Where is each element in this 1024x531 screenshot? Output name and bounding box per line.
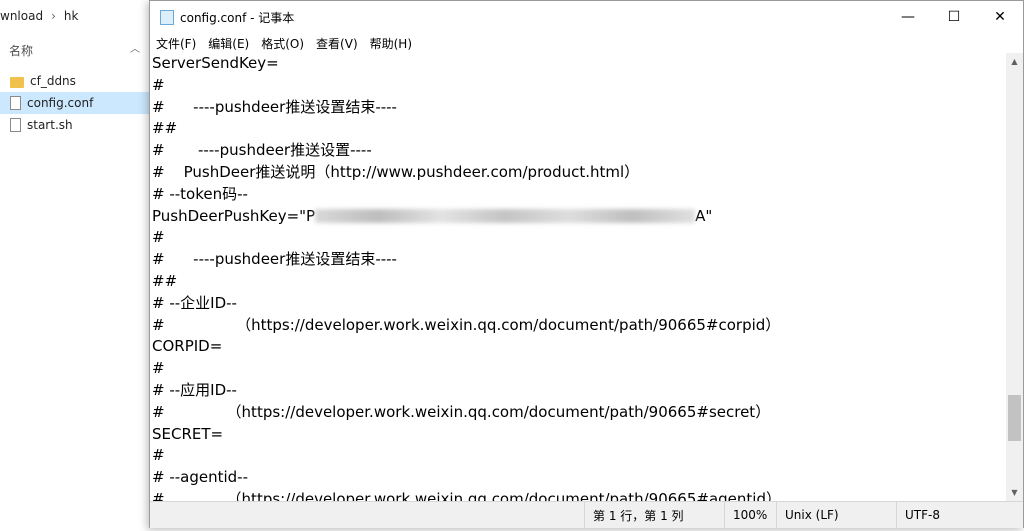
pushkey-prefix: PushDeerPushKey="P — [152, 206, 316, 225]
menu-file[interactable]: 文件(F) — [150, 35, 202, 52]
text-line: # --应用ID-- — [152, 380, 237, 399]
text-line: # （https://developer.work.weixin.qq.com/… — [152, 315, 781, 334]
pushkey-suffix: A" — [695, 206, 713, 225]
text-line: ## — [152, 119, 178, 138]
status-zoom: 100% — [724, 502, 774, 528]
text-line: # PushDeer推送说明（http://www.pushdeer.com/p… — [152, 162, 640, 181]
scrollbar-thumb[interactable] — [1008, 395, 1021, 441]
text-editor[interactable]: ServerSendKey= # # ----pushdeer推送设置结束---… — [152, 53, 1002, 501]
window-title: config.conf - 记事本 — [180, 10, 295, 25]
chevron-up-icon: ︿ — [130, 44, 140, 55]
text-line: # ----pushdeer推送设置结束---- — [152, 250, 397, 269]
breadcrumb-item-hk[interactable]: hk — [64, 9, 79, 23]
text-line: ServerSendKey= — [152, 54, 279, 72]
status-bar: 第 1 行，第 1 列 100% Unix (LF) UTF-8 — [150, 501, 1023, 528]
text-line: CORPID= — [152, 337, 223, 356]
text-line: ## — [152, 271, 178, 290]
breadcrumb: wnload › hk — [0, 0, 150, 32]
text-line: # --agentid-- — [152, 468, 249, 487]
text-line: # — [152, 228, 165, 247]
file-item-cf-ddns[interactable]: cf_ddns — [0, 70, 150, 92]
text-line-pushkey: PushDeerPushKey="P A" — [152, 206, 1002, 228]
column-header-label: 名称 — [9, 43, 34, 58]
status-encoding: UTF-8 — [896, 502, 1024, 528]
text-line: # --企业ID-- — [152, 293, 237, 312]
title-bar[interactable]: config.conf - 记事本 — ☐ ✕ — [150, 1, 1023, 33]
column-header-name[interactable]: 名称 ︿ — [0, 36, 150, 64]
status-cursor-position: 第 1 行，第 1 列 — [584, 502, 720, 528]
redacted-key-blur — [315, 209, 696, 224]
text-line: SECRET= — [152, 424, 224, 443]
minimize-button[interactable]: — — [885, 1, 931, 33]
file-name: start.sh — [27, 118, 73, 132]
text-line: # （https://developer.work.weixin.qq.com/… — [152, 402, 771, 421]
text-line: # ----pushdeer推送设置结束---- — [152, 97, 397, 116]
file-item-start-sh[interactable]: start.sh — [0, 114, 150, 136]
text-line: # ----pushdeer推送设置---- — [152, 141, 372, 160]
menu-help[interactable]: 帮助(H) — [364, 35, 418, 52]
status-line-ending: Unix (LF) — [776, 502, 896, 528]
text-line: # （https://developer.work.weixin.qq.com/… — [152, 489, 781, 501]
file-name: cf_ddns — [30, 74, 76, 88]
text-line: # — [152, 75, 165, 94]
close-button[interactable]: ✕ — [977, 1, 1023, 33]
file-list: cf_ddns config.conf start.sh — [0, 70, 150, 136]
window-controls: — ☐ ✕ — [885, 1, 1023, 33]
maximize-button[interactable]: ☐ — [931, 1, 977, 33]
scroll-down-arrow-icon[interactable]: ▼ — [1006, 484, 1023, 501]
document-icon — [10, 118, 21, 132]
text-line: # — [152, 359, 165, 378]
file-item-config-conf[interactable]: config.conf — [0, 92, 150, 114]
menu-bar: 文件(F) 编辑(E) 格式(O) 查看(V) 帮助(H) — [150, 33, 1023, 53]
file-explorer: wnload › hk 名称 ︿ cf_ddns config.conf sta… — [0, 0, 150, 531]
text-line: # — [152, 446, 165, 465]
scroll-up-arrow-icon[interactable]: ▲ — [1006, 53, 1023, 70]
folder-icon — [10, 76, 24, 88]
vertical-scrollbar[interactable]: ▲ ▼ — [1006, 53, 1023, 501]
notepad-app-icon[interactable] — [160, 9, 174, 25]
breadcrumb-chevron-icon: › — [51, 9, 56, 23]
breadcrumb-item-download[interactable]: wnload — [0, 9, 43, 23]
menu-view[interactable]: 查看(V) — [310, 35, 364, 52]
menu-edit[interactable]: 编辑(E) — [202, 35, 255, 52]
text-line: # --token码-- — [152, 184, 248, 203]
menu-format[interactable]: 格式(O) — [255, 35, 310, 52]
notepad-window: config.conf - 记事本 — ☐ ✕ 文件(F) 编辑(E) 格式(O… — [149, 0, 1024, 528]
file-name: config.conf — [27, 96, 94, 110]
document-icon — [10, 96, 21, 110]
